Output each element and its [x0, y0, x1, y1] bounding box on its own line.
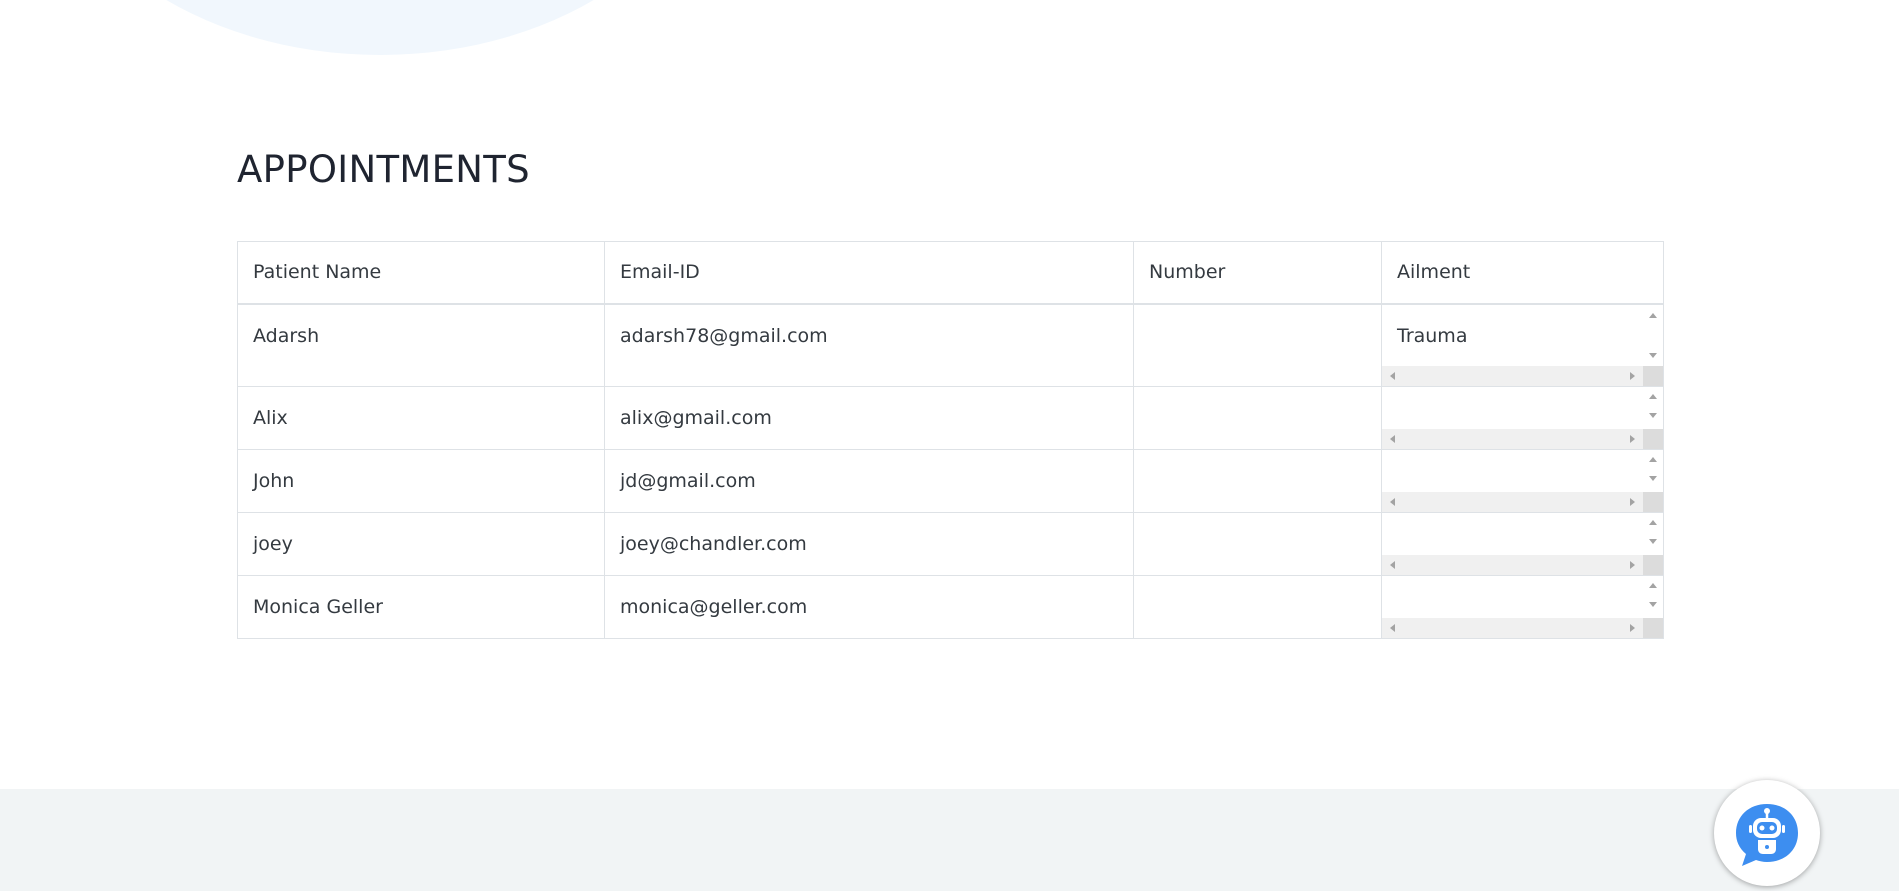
table-row: John jd@gmail.com	[237, 449, 1664, 513]
ailment-textarea[interactable]: Trauma	[1382, 305, 1663, 386]
ailment-textarea[interactable]	[1382, 450, 1663, 512]
footer	[0, 789, 1899, 891]
vertical-scrollbar[interactable]	[1643, 513, 1663, 553]
vertical-scrollbar[interactable]	[1643, 576, 1663, 616]
cell-email: jd@gmail.com	[604, 449, 1134, 513]
horizontal-scrollbar[interactable]	[1382, 492, 1643, 512]
scroll-down-arrow-icon[interactable]	[1649, 476, 1657, 481]
table-row: Adarsh adarsh78@gmail.com Trauma	[237, 303, 1664, 387]
scroll-left-arrow-icon[interactable]	[1390, 498, 1395, 506]
ailment-text: Trauma	[1397, 325, 1468, 347]
cell-email: alix@gmail.com	[604, 386, 1134, 450]
scroll-up-arrow-icon[interactable]	[1649, 394, 1657, 399]
scrollbar-corner	[1643, 429, 1663, 449]
cell-number	[1133, 303, 1382, 387]
page-title: APPOINTMENTS	[237, 148, 530, 191]
scroll-left-arrow-icon[interactable]	[1390, 624, 1395, 632]
scroll-right-arrow-icon[interactable]	[1630, 435, 1635, 443]
header-number: Number	[1133, 241, 1382, 305]
cell-email: monica@geller.com	[604, 575, 1134, 639]
scrollbar-corner	[1643, 492, 1663, 512]
appointments-table-container: Patient Name Email-ID Number Ailment Ada…	[237, 241, 1664, 639]
scroll-up-arrow-icon[interactable]	[1649, 583, 1657, 588]
horizontal-scrollbar[interactable]	[1382, 555, 1643, 575]
scrollbar-corner	[1643, 618, 1663, 638]
cell-ailment	[1381, 575, 1664, 639]
cell-patient-name: John	[237, 449, 605, 513]
cell-patient-name: Alix	[237, 386, 605, 450]
ailment-textarea[interactable]	[1382, 576, 1663, 638]
vertical-scrollbar[interactable]	[1643, 387, 1663, 427]
header-ailment: Ailment	[1381, 241, 1664, 305]
scroll-down-arrow-icon[interactable]	[1649, 413, 1657, 418]
cell-patient-name: Adarsh	[237, 303, 605, 387]
header-patient-name: Patient Name	[237, 241, 605, 305]
scroll-up-arrow-icon[interactable]	[1649, 520, 1657, 525]
scroll-right-arrow-icon[interactable]	[1630, 624, 1635, 632]
table-row: joey joey@chandler.com	[237, 512, 1664, 576]
cell-patient-name: joey	[237, 512, 605, 576]
scroll-right-arrow-icon[interactable]	[1630, 372, 1635, 380]
vertical-scrollbar[interactable]	[1643, 305, 1663, 366]
scrollbar-corner	[1643, 366, 1663, 386]
scroll-right-arrow-icon[interactable]	[1630, 498, 1635, 506]
cell-email: adarsh78@gmail.com	[604, 303, 1134, 387]
scroll-up-arrow-icon[interactable]	[1649, 313, 1657, 318]
scroll-down-arrow-icon[interactable]	[1649, 602, 1657, 607]
scrollbar-corner	[1643, 555, 1663, 575]
cell-ailment	[1381, 512, 1664, 576]
header-email-id: Email-ID	[604, 241, 1134, 305]
cell-ailment	[1381, 449, 1664, 513]
chatbot-button[interactable]	[1714, 780, 1820, 886]
cell-email: joey@chandler.com	[604, 512, 1134, 576]
cell-ailment: Trauma	[1381, 303, 1664, 387]
scroll-down-arrow-icon[interactable]	[1649, 539, 1657, 544]
scroll-left-arrow-icon[interactable]	[1390, 561, 1395, 569]
cell-number	[1133, 512, 1382, 576]
cell-patient-name: Monica Geller	[237, 575, 605, 639]
cell-number	[1133, 575, 1382, 639]
chatbot-robot-icon	[1736, 804, 1798, 866]
table-row: Monica Geller monica@geller.com	[237, 575, 1664, 639]
ailment-textarea[interactable]	[1382, 513, 1663, 575]
scroll-down-arrow-icon[interactable]	[1649, 353, 1657, 358]
scroll-left-arrow-icon[interactable]	[1390, 372, 1395, 380]
scroll-left-arrow-icon[interactable]	[1390, 435, 1395, 443]
decorative-background-blob	[40, 0, 720, 55]
appointments-table: Patient Name Email-ID Number Ailment Ada…	[237, 241, 1664, 639]
table-header-row: Patient Name Email-ID Number Ailment	[237, 241, 1664, 305]
cell-number	[1133, 386, 1382, 450]
ailment-textarea[interactable]	[1382, 387, 1663, 449]
appointments-page: APPOINTMENTS Patient Name Email-ID Numbe…	[0, 0, 1899, 891]
cell-ailment	[1381, 386, 1664, 450]
scroll-right-arrow-icon[interactable]	[1630, 561, 1635, 569]
scroll-up-arrow-icon[interactable]	[1649, 457, 1657, 462]
horizontal-scrollbar[interactable]	[1382, 366, 1643, 386]
table-row: Alix alix@gmail.com	[237, 386, 1664, 450]
cell-number	[1133, 449, 1382, 513]
vertical-scrollbar[interactable]	[1643, 450, 1663, 490]
horizontal-scrollbar[interactable]	[1382, 618, 1643, 638]
horizontal-scrollbar[interactable]	[1382, 429, 1643, 449]
